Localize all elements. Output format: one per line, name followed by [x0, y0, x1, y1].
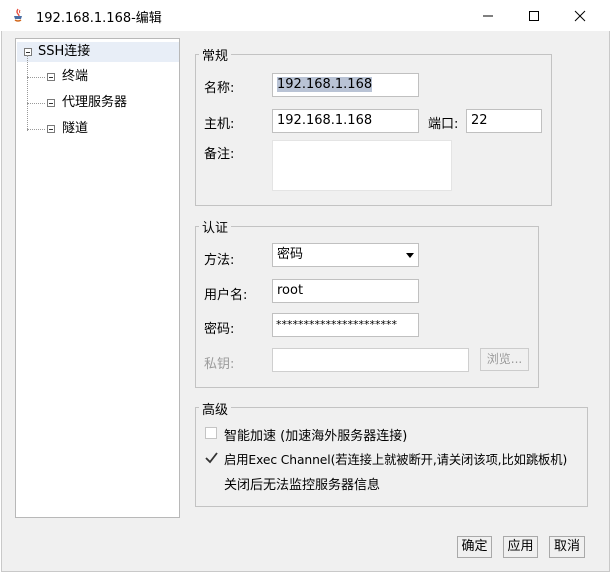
tree-line: [27, 55, 28, 131]
name-field[interactable]: 192.168.1.168: [272, 73, 419, 97]
host-field[interactable]: 192.168.1.168: [272, 109, 419, 133]
method-label: 方法:: [204, 253, 235, 268]
method-value: 密码: [277, 247, 304, 262]
password-field[interactable]: **********************: [272, 313, 419, 337]
tree-item-ssh-connection[interactable]: SSH连接: [17, 42, 179, 62]
tree-item-label: 代理服务器: [62, 95, 128, 110]
browse-button[interactable]: 浏览...: [480, 348, 529, 371]
name-label: 名称:: [204, 81, 235, 96]
collapse-icon[interactable]: [47, 99, 55, 107]
collapse-icon[interactable]: [47, 73, 55, 81]
private-key-field[interactable]: [272, 348, 469, 372]
tree-item-label: 终端: [62, 69, 89, 84]
close-icon: [574, 10, 586, 21]
tree-line: [27, 129, 45, 130]
name-value: 192.168.1.168: [277, 77, 373, 92]
password-label: 密码:: [204, 322, 235, 337]
tree-item-label: SSH连接: [38, 44, 91, 59]
title-bar[interactable]: 192.168.1.168-编辑: [0, 0, 611, 31]
chevron-down-icon: [406, 253, 414, 258]
username-field[interactable]: root: [272, 279, 419, 303]
collapse-icon[interactable]: [24, 48, 32, 56]
note-textarea[interactable]: [272, 140, 452, 191]
smart-accel-label: 智能加速 (加速海外服务器连接): [224, 429, 408, 444]
tree-line: [27, 103, 45, 104]
collapse-icon[interactable]: [47, 125, 55, 133]
advanced-group-title: 高级: [199, 399, 232, 418]
ok-button[interactable]: 确定: [457, 536, 492, 558]
maximize-button[interactable]: [511, 0, 557, 31]
maximize-icon: [529, 10, 539, 21]
checkmark-icon: [205, 452, 218, 464]
method-select[interactable]: 密码: [272, 243, 419, 267]
general-group-title: 常规: [199, 45, 232, 64]
close-button[interactable]: [557, 0, 603, 31]
host-label: 主机:: [204, 117, 235, 132]
tree-item-label: 隧道: [62, 121, 89, 136]
exec-channel-label: 启用Exec Channel(若连接上就被断开,请关闭该项,比如跳板机): [224, 453, 568, 467]
username-label: 用户名:: [204, 288, 248, 303]
apply-button[interactable]: 应用: [503, 536, 538, 558]
java-app-icon: [10, 7, 26, 23]
tree-line: [27, 77, 45, 78]
port-label: 端口:: [428, 117, 459, 132]
window-title: 192.168.1.168-编辑: [36, 11, 162, 26]
minimize-icon: [483, 15, 493, 16]
smart-accel-checkbox[interactable]: [205, 427, 217, 439]
note-label: 备注:: [204, 147, 235, 162]
settings-tree[interactable]: SSH连接 终端 代理服务器 隧道: [15, 38, 180, 518]
minimize-button[interactable]: [465, 0, 511, 31]
port-field[interactable]: 22: [466, 109, 542, 133]
exec-channel-checkbox[interactable]: [205, 452, 218, 464]
auth-group-title: 认证: [199, 217, 232, 236]
exec-channel-note: 关闭后无法监控服务器信息: [224, 478, 381, 493]
private-key-label: 私钥:: [204, 357, 235, 372]
cancel-button[interactable]: 取消: [549, 536, 585, 558]
